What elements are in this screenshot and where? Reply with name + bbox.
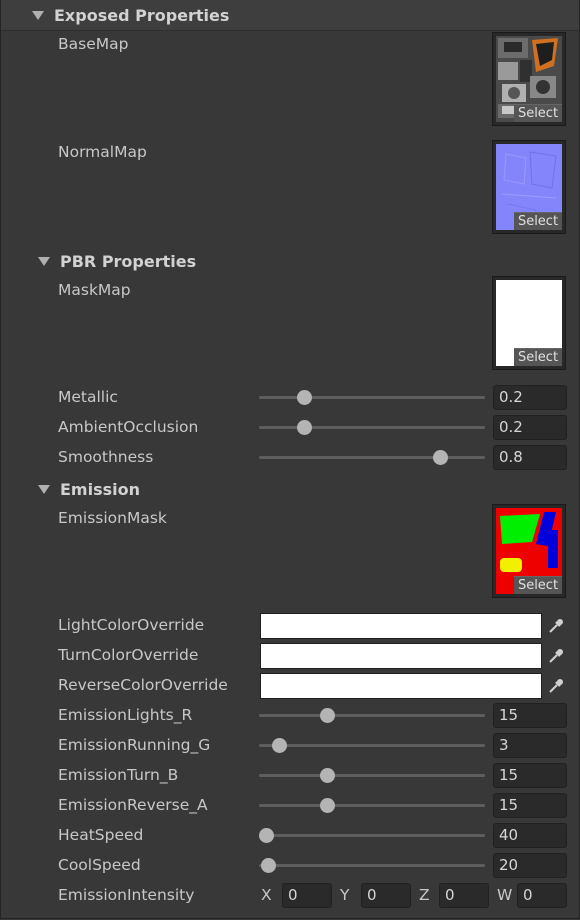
vector-x-label: X bbox=[261, 886, 272, 904]
emissionintensity-x-field[interactable]: 0 bbox=[282, 883, 332, 908]
emissionreverse-a-slider-knob[interactable] bbox=[319, 798, 335, 813]
eyedropper-icon[interactable] bbox=[543, 643, 568, 669]
heatspeed-slider[interactable] bbox=[258, 828, 485, 843]
metallic-slider-knob[interactable] bbox=[297, 390, 313, 405]
basemap-select-button[interactable]: Select bbox=[514, 104, 562, 122]
lightcoloroverride-label: LightColorOverride bbox=[58, 616, 205, 634]
reversecoloroverride-label: ReverseColorOverride bbox=[58, 676, 228, 694]
emissionrunning-g-slider-knob[interactable] bbox=[272, 738, 288, 753]
ambientocclusion-label: AmbientOcclusion bbox=[58, 418, 199, 436]
emissionlights-r-label: EmissionLights_R bbox=[58, 706, 193, 724]
emissionintensity-y-field[interactable]: 0 bbox=[361, 883, 411, 908]
metallic-value-field[interactable]: 0.2 bbox=[493, 385, 567, 410]
emission-title: Emission bbox=[60, 479, 140, 499]
emissionturn-b-slider-knob[interactable] bbox=[319, 768, 335, 783]
triangle-down-icon bbox=[38, 256, 50, 266]
normalmap-select-button[interactable]: Select bbox=[514, 212, 562, 230]
heatspeed-label: HeatSpeed bbox=[58, 826, 144, 844]
emissionintensity-w-field[interactable]: 0 bbox=[517, 883, 567, 908]
exposed-properties-title: Exposed Properties bbox=[54, 5, 230, 25]
emissionmask-select-button[interactable]: Select bbox=[514, 576, 562, 594]
eyedropper-icon[interactable] bbox=[543, 673, 568, 699]
smoothness-label: Smoothness bbox=[58, 448, 154, 466]
eyedropper-icon[interactable] bbox=[543, 613, 568, 639]
lightcoloroverride-color-field[interactable] bbox=[260, 613, 542, 639]
metallic-slider[interactable] bbox=[259, 390, 485, 405]
emissionintensity-label: EmissionIntensity bbox=[58, 886, 195, 904]
emissionturn-b-label: EmissionTurn_B bbox=[58, 766, 179, 784]
maskmap-texture-slot[interactable]: Select bbox=[492, 276, 566, 370]
coolspeed-slider-knob[interactable] bbox=[261, 858, 277, 873]
inspector-panel: Exposed Properties BaseMap Select Normal… bbox=[0, 0, 580, 919]
vector-y-label: Y bbox=[340, 886, 350, 904]
coolspeed-slider[interactable] bbox=[259, 858, 485, 873]
turncoloroverride-label: TurnColorOverride bbox=[58, 646, 199, 664]
basemap-label: BaseMap bbox=[58, 35, 129, 53]
ambientocclusion-slider[interactable] bbox=[259, 420, 485, 435]
coolspeed-value-field[interactable]: 20 bbox=[493, 853, 567, 878]
emissionlights-r-value-field[interactable]: 15 bbox=[493, 703, 567, 728]
pbr-properties-title: PBR Properties bbox=[60, 251, 197, 271]
emissionturn-b-value-field[interactable]: 15 bbox=[493, 763, 567, 788]
heatspeed-slider-knob[interactable] bbox=[258, 828, 274, 843]
emissionmask-label: EmissionMask bbox=[58, 509, 167, 527]
emissionlights-r-slider-knob[interactable] bbox=[319, 708, 335, 723]
emissionlights-r-slider[interactable] bbox=[259, 708, 485, 723]
smoothness-value-field[interactable]: 0.8 bbox=[493, 445, 567, 470]
triangle-down-icon bbox=[32, 10, 44, 20]
vector-z-label: Z bbox=[419, 886, 430, 904]
normalmap-texture-slot[interactable]: Select bbox=[492, 140, 566, 234]
exposed-properties-foldout[interactable]: Exposed Properties bbox=[32, 2, 229, 28]
emissionrunning-g-value-field[interactable]: 3 bbox=[493, 733, 567, 758]
ambientocclusion-slider-knob[interactable] bbox=[297, 420, 313, 435]
coolspeed-label: CoolSpeed bbox=[58, 856, 141, 874]
emissionmask-texture-slot[interactable]: Select bbox=[492, 504, 566, 598]
emissionreverse-a-value-field[interactable]: 15 bbox=[493, 793, 567, 818]
smoothness-slider[interactable] bbox=[259, 450, 485, 465]
smoothness-slider-knob[interactable] bbox=[432, 450, 448, 465]
ambientocclusion-value-field[interactable]: 0.2 bbox=[493, 415, 567, 440]
emissionrunning-g-slider[interactable] bbox=[259, 738, 485, 753]
heatspeed-value-field[interactable]: 40 bbox=[493, 823, 567, 848]
pbr-properties-foldout[interactable]: PBR Properties bbox=[38, 248, 196, 274]
normalmap-label: NormalMap bbox=[58, 143, 147, 161]
turncoloroverride-color-field[interactable] bbox=[260, 643, 542, 669]
emissionintensity-z-field[interactable]: 0 bbox=[439, 883, 489, 908]
emissionturn-b-slider[interactable] bbox=[259, 768, 485, 783]
reversecoloroverride-color-field[interactable] bbox=[260, 673, 542, 699]
emissionrunning-g-label: EmissionRunning_G bbox=[58, 736, 211, 754]
maskmap-select-button[interactable]: Select bbox=[514, 348, 562, 366]
emissionreverse-a-label: EmissionReverse_A bbox=[58, 796, 208, 814]
triangle-down-icon bbox=[38, 484, 50, 494]
emissionreverse-a-slider[interactable] bbox=[259, 798, 485, 813]
metallic-label: Metallic bbox=[58, 388, 118, 406]
vector-w-label: W bbox=[497, 886, 513, 904]
emission-foldout[interactable]: Emission bbox=[38, 476, 140, 502]
basemap-texture-slot[interactable]: Select bbox=[492, 32, 566, 126]
maskmap-label: MaskMap bbox=[58, 281, 131, 299]
